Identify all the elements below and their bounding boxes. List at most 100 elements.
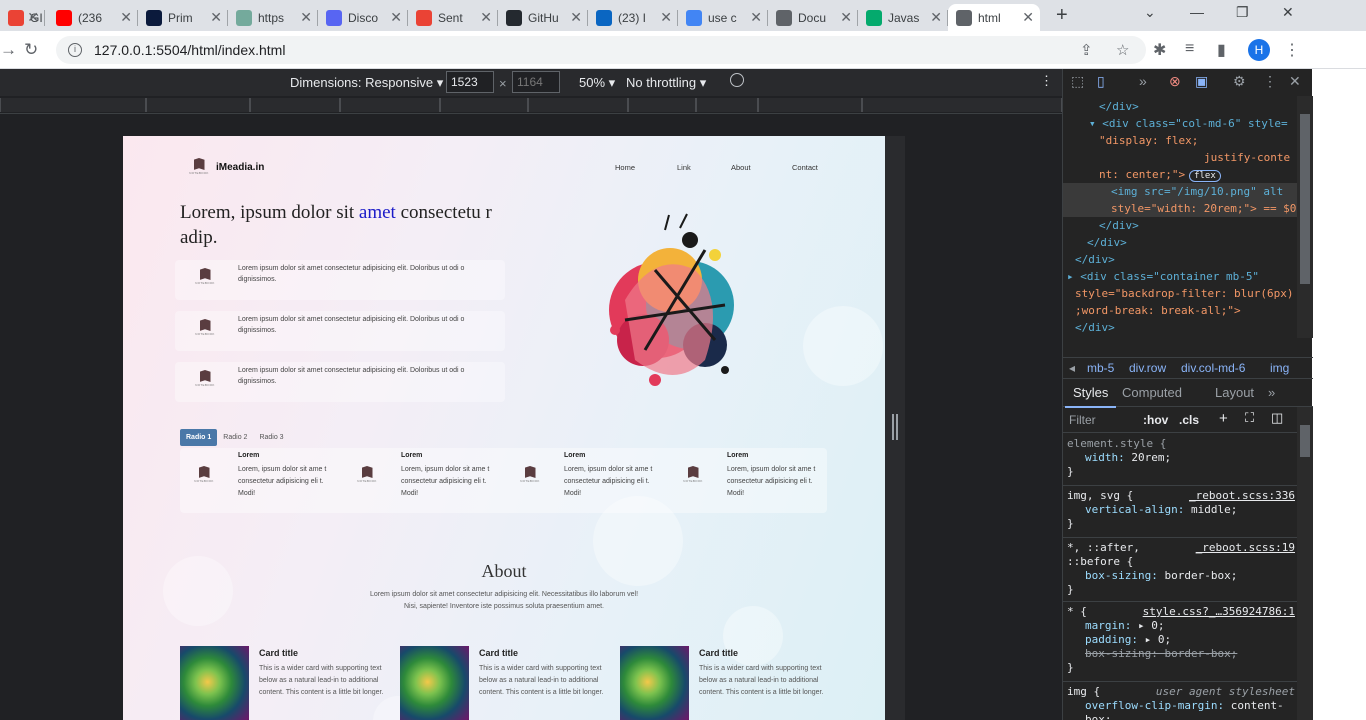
rotate-icon[interactable] [730, 73, 744, 87]
viewport-resize-handle[interactable] [892, 414, 898, 440]
device-more-icon[interactable]: ⋮ [1040, 73, 1053, 89]
inspect-icon[interactable]: ⬚ [1071, 73, 1084, 90]
nav-contact[interactable]: Contact [792, 163, 818, 172]
styles-filter-input[interactable]: Filter [1069, 413, 1096, 427]
new-tab-button[interactable]: + [1056, 4, 1068, 27]
profile-avatar[interactable]: H [1248, 39, 1270, 61]
style-rule[interactable]: *, ::after, ::before { _reboot.scss:19 b… [1067, 541, 1295, 597]
close-tab-icon[interactable]: ✕ [1022, 9, 1034, 26]
browser-menu-icon[interactable]: ⋮ [1284, 40, 1300, 60]
paint-icon[interactable]: ⛶ [1245, 410, 1254, 426]
elements-scrollbar[interactable] [1297, 96, 1313, 338]
site-info-icon[interactable]: i [68, 43, 82, 57]
throttling-select[interactable]: No throttling ▾ [626, 75, 706, 91]
style-rule[interactable]: img, svg {_reboot.scss:336 vertical-alig… [1067, 489, 1295, 531]
reload-icon[interactable]: ↻ [24, 40, 38, 60]
back-icon[interactable]: → [0, 40, 17, 60]
bookmark-star-icon[interactable]: ☆ [1116, 41, 1129, 59]
close-tab-icon[interactable]: ✕ [480, 9, 492, 26]
browser-tab[interactable]: (236 ✕ [48, 4, 138, 31]
rule-source-link[interactable]: _reboot.scss:336 [1189, 489, 1295, 503]
styles-scrollbar[interactable] [1297, 407, 1313, 720]
width-input[interactable]: 1523 [446, 71, 494, 93]
sidebar-toggle-icon[interactable]: ◫ [1271, 410, 1283, 426]
dimensions-select[interactable]: Dimensions: Responsive ▾ [290, 75, 443, 91]
breadcrumb-item[interactable]: div.col-md-6 [1181, 361, 1245, 375]
dom-node[interactable]: </div> [1099, 98, 1139, 115]
media-query-ruler[interactable] [0, 96, 1062, 114]
more-style-tabs-icon[interactable]: » [1268, 385, 1275, 400]
browser-tab[interactable]: use c ✕ [678, 4, 768, 31]
close-devtools-icon[interactable]: ✕ [1289, 73, 1301, 90]
dom-node-attr[interactable]: style="backdrop-filter: blur(6px) [1075, 285, 1294, 302]
issues-icon[interactable]: ▣ [1195, 73, 1208, 90]
dom-node-attr[interactable]: ;word-break: break-all;"> [1075, 302, 1241, 319]
browser-tab[interactable]: Prim ✕ [138, 4, 228, 31]
close-tab-icon[interactable]: ✕ [120, 9, 132, 26]
media-icon[interactable]: ≡ [1185, 40, 1194, 58]
nav-about[interactable]: About [731, 163, 751, 172]
close-window-icon[interactable]: ✕ [1282, 4, 1294, 21]
side-panel-icon[interactable]: ▮ [1217, 40, 1226, 60]
browser-tab[interactable]: Sent ✕ [408, 4, 498, 31]
radio-tab-1[interactable]: Radio 1 [180, 429, 218, 446]
dom-node[interactable]: <img src="/img/10.png" alt [1111, 183, 1283, 200]
browser-tab[interactable]: html ✕ [948, 4, 1040, 31]
radio-tab-3[interactable]: Radio 3 [253, 429, 289, 446]
close-tab-icon[interactable]: ✕ [300, 9, 312, 26]
elements-tree[interactable]: </div> ▾ <div class="col-md-6" style= "d… [1063, 96, 1297, 338]
style-rule[interactable]: img {user agent stylesheet overflow-clip… [1067, 685, 1295, 720]
breadcrumb-item[interactable]: img [1270, 361, 1289, 375]
tab-search-icon[interactable]: ⌄ [1144, 4, 1156, 21]
browser-tab[interactable]: (23) I ✕ [588, 4, 678, 31]
dom-node-attr[interactable]: justify-conte [1204, 149, 1290, 166]
nav-home[interactable]: Home [615, 163, 635, 172]
style-rule[interactable]: * {style.css?_…356924786:1 margin: ▸ 0; … [1067, 605, 1295, 675]
extensions-icon[interactable]: ✱ [1153, 40, 1166, 60]
errors-icon[interactable]: ⊗ [1169, 73, 1181, 90]
close-tab-icon[interactable]: ✕ [390, 9, 402, 26]
dom-node-attr[interactable]: "display: flex; [1099, 132, 1198, 149]
browser-tab[interactable]: GitHu ✕ [498, 4, 588, 31]
device-toggle-icon[interactable]: ▯ [1097, 73, 1105, 90]
add-rule-icon[interactable]: + [1219, 410, 1228, 427]
flex-badge[interactable]: flex [1189, 170, 1221, 182]
browser-tab[interactable]: Docu ✕ [768, 4, 858, 31]
rule-source-link[interactable]: style.css?_…356924786:1 [1143, 605, 1295, 619]
style-rule[interactable]: element.style { width: 20rem; } [1067, 437, 1295, 479]
tab-styles[interactable]: Styles [1064, 385, 1117, 408]
close-tab-icon[interactable]: ✕ [210, 9, 222, 26]
close-tab-icon[interactable]: ✕ [570, 9, 582, 26]
tab-computed[interactable]: Computed [1122, 385, 1182, 400]
minimize-icon[interactable]: — [1190, 4, 1204, 20]
dom-node[interactable]: ▾ <div class="col-md-6" style= [1089, 115, 1288, 132]
settings-gear-icon[interactable]: ⚙ [1233, 73, 1246, 90]
close-tab-icon[interactable]: ✕ [840, 9, 852, 26]
devtools-menu-icon[interactable]: ⋮ [1263, 73, 1277, 90]
browser-tab[interactable]: Javas ✕ [858, 4, 948, 31]
close-tab-icon[interactable]: ✕ [27, 9, 39, 26]
cls-toggle[interactable]: .cls [1179, 413, 1199, 427]
browser-tab[interactable]: GI ✕ [0, 4, 45, 31]
dom-node[interactable]: </div> [1099, 217, 1139, 234]
nav-link[interactable]: Link [677, 163, 691, 172]
site-brand[interactable]: NOTEBOOK iMeadia.in [188, 158, 264, 176]
breadcrumb-item[interactable]: mb-5 [1087, 361, 1114, 375]
rule-source-link[interactable]: _reboot.scss:19 [1196, 541, 1295, 555]
browser-tab[interactable]: Disco ✕ [318, 4, 408, 31]
height-input[interactable]: 1164 [512, 71, 560, 93]
zoom-select[interactable]: 50% ▾ [579, 75, 615, 91]
close-tab-icon[interactable]: ✕ [660, 9, 672, 26]
dom-node[interactable]: </div> [1075, 251, 1115, 268]
share-icon[interactable]: ⇪ [1080, 41, 1093, 59]
close-tab-icon[interactable]: ✕ [930, 9, 942, 26]
close-tab-icon[interactable]: ✕ [750, 9, 762, 26]
hov-toggle[interactable]: :hov [1143, 413, 1168, 427]
dom-node[interactable]: </div> [1075, 319, 1115, 336]
browser-tab[interactable]: https ✕ [228, 4, 318, 31]
tab-layout[interactable]: Layout [1215, 385, 1254, 400]
maximize-icon[interactable]: ❐ [1236, 4, 1249, 21]
breadcrumb-item[interactable]: div.row [1129, 361, 1166, 375]
dom-node-attr[interactable]: style="width: 20rem;"> == $0 [1111, 200, 1296, 217]
omnibox[interactable]: i 127.0.0.1:5504/html/index.html ⇪ ☆ [56, 36, 1146, 64]
